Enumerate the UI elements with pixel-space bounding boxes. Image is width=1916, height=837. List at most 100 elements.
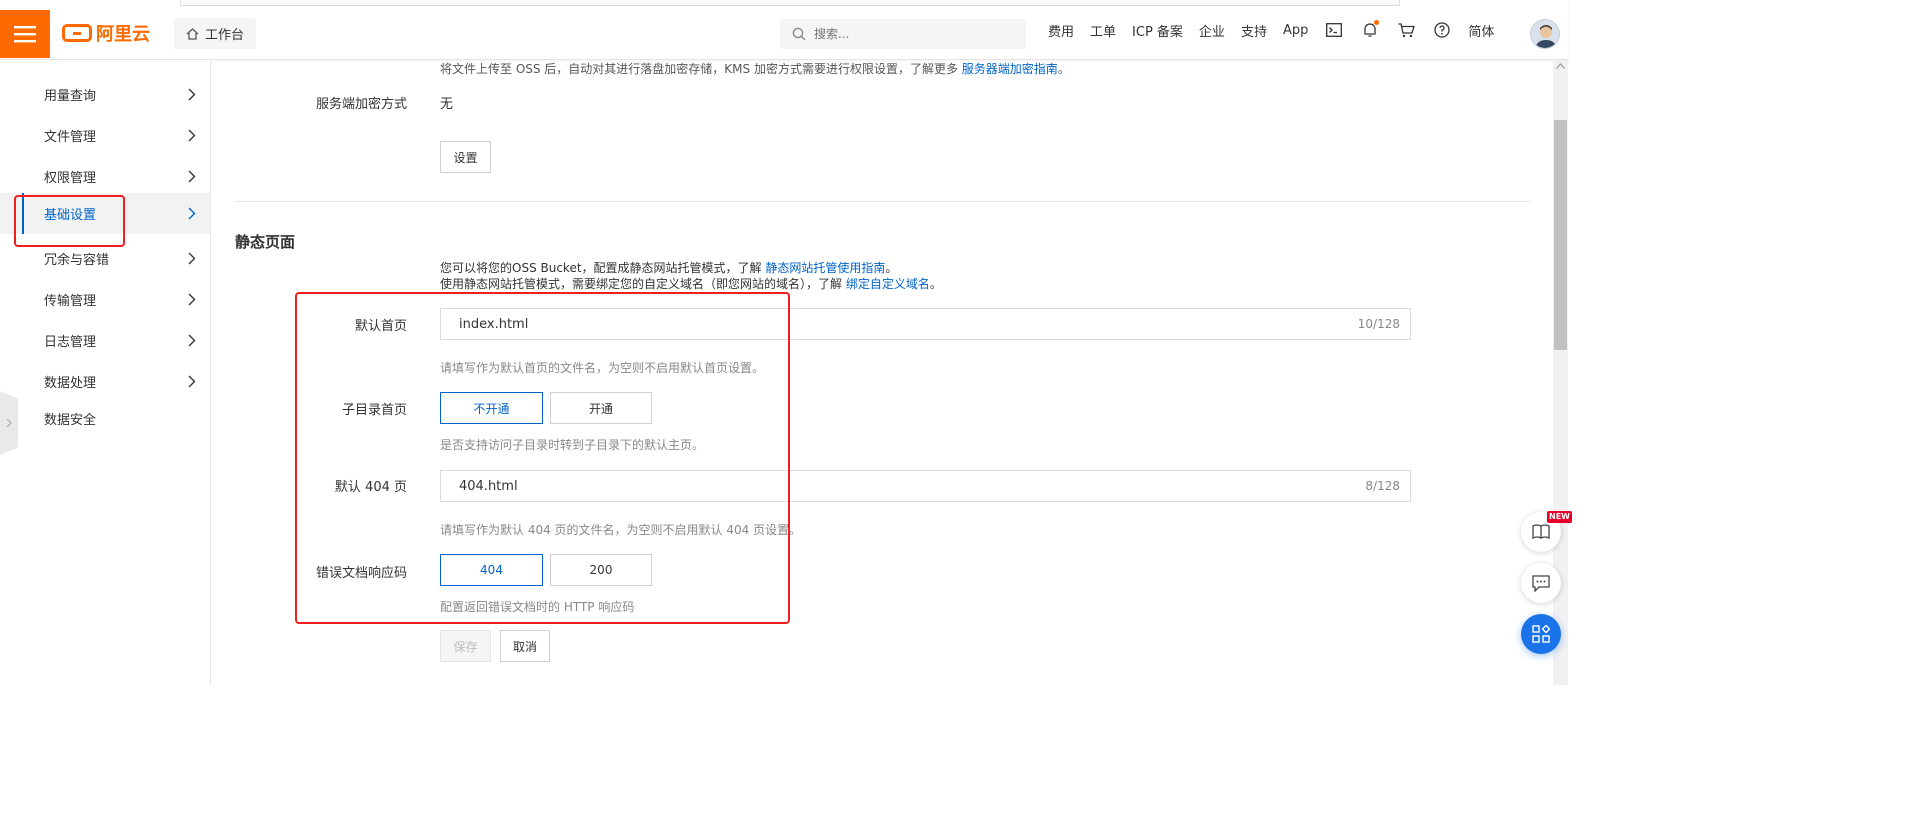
sidebar-item-label: 日志管理 [44, 335, 97, 350]
chevron-right-icon [188, 207, 196, 220]
static-hosting-guide-link[interactable]: 静态网站托管使用指南 [765, 261, 885, 275]
cart-icon [1398, 22, 1415, 37]
default-index-label: 默认首页 [354, 319, 407, 334]
user-avatar[interactable] [1530, 19, 1560, 49]
logo-text: 阿里云 [96, 24, 150, 45]
default-index-hint: 请填写作为默认首页的文件名，为空则不启用默认首页设置。 [440, 361, 765, 375]
subdir-index-hint: 是否支持访问子目录时转到子目录下的默认主页。 [440, 438, 705, 452]
encryption-label: 服务端加密方式 [315, 97, 407, 112]
search-input[interactable] [814, 27, 1004, 41]
save-button[interactable]: 保存 [440, 630, 491, 662]
sidebar-item-label: 数据安全 [44, 413, 97, 428]
workbench-button[interactable]: 工作台 [174, 18, 256, 49]
nav-link-fees[interactable]: 费用 [1040, 21, 1082, 40]
encryption-guide-link[interactable]: 服务器端加密指南 [962, 62, 1058, 76]
chevron-right-icon [188, 252, 196, 265]
default-404-label: 默认 404 页 [334, 480, 407, 495]
error-code-hint: 配置返回错误文档时的 HTTP 响应码 [440, 600, 635, 614]
sidebar-item-label: 文件管理 [44, 130, 97, 145]
sidebar-item-transfer[interactable]: 传输管理 [0, 279, 210, 320]
default-404-counter: 8/128 [1365, 479, 1400, 493]
sidebar-item-label: 数据处理 [44, 376, 97, 391]
workbench-label: 工作台 [204, 28, 244, 43]
static-page-intro-line1: 您可以将您的OSS Bucket，配置成静态网站托管模式，了解 静态网站托管使用… [440, 259, 897, 276]
intro-line2-end: 。 [929, 277, 942, 291]
chevron-right-icon [188, 88, 196, 101]
nav-link-tickets[interactable]: 工单 [1082, 21, 1124, 40]
sidebar-item-files[interactable]: 文件管理 [0, 115, 210, 156]
chevron-right-icon [188, 334, 196, 347]
sidebar-item-label: 用量查询 [44, 89, 97, 104]
main-content: 将文件上传至 OSS 后，自动对其进行落盘加密存储，KMS 加密方式需要进行权限… [211, 60, 1553, 685]
default-404-field[interactable]: 8/128 [440, 470, 1411, 502]
subdir-index-enable-option[interactable]: 开通 [550, 392, 652, 424]
encryption-desc-text: 将文件上传至 OSS 后，自动对其进行落盘加密存储，KMS 加密方式需要进行权限… [440, 62, 958, 76]
default-index-counter: 10/128 [1357, 317, 1400, 331]
chevron-right-icon [188, 129, 196, 142]
cart-button[interactable] [1388, 0, 1424, 60]
sidebar-item-basic-settings[interactable]: 基础设置 [0, 193, 210, 234]
top-navbar: 阿里云 工作台 费用 工单 ICP 备案 企业 支持 App [0, 0, 1568, 60]
section-divider [235, 201, 1530, 202]
intro-line1-end: 。 [885, 261, 898, 275]
static-page-title: 静态页面 [235, 233, 296, 251]
sidebar-item-redundancy[interactable]: 冗余与容错 [0, 238, 210, 279]
sidebar-item-permissions[interactable]: 权限管理 [0, 156, 210, 197]
sidebar: 用量查询 文件管理 权限管理 基础设置 冗余与容错 传输管理 日志管理 数据处理… [0, 60, 211, 685]
apps-icon [1532, 625, 1550, 643]
scrollbar-thumb[interactable] [1554, 120, 1567, 350]
sidebar-item-label: 基础设置 [44, 208, 97, 223]
terminal-icon [1326, 23, 1343, 37]
avatar-icon [1535, 25, 1557, 48]
chevron-right-icon [188, 293, 196, 306]
encryption-settings-button[interactable]: 设置 [440, 141, 491, 173]
new-badge: NEW [1547, 511, 1572, 523]
sidebar-item-logs[interactable]: 日志管理 [0, 320, 210, 361]
search-icon [792, 27, 806, 41]
terminal-button[interactable] [1316, 0, 1352, 60]
sidebar-item-usage[interactable]: 用量查询 [0, 74, 210, 115]
default-index-input[interactable] [459, 316, 1358, 332]
chevron-right-icon [6, 418, 12, 428]
sidebar-item-label: 冗余与容错 [44, 253, 110, 268]
sidebar-collapse-handle[interactable] [0, 391, 18, 455]
nav-link-icp[interactable]: ICP 备案 [1124, 21, 1191, 40]
search-box[interactable] [780, 19, 1026, 49]
subdir-index-label: 子目录首页 [341, 403, 407, 418]
default-404-input[interactable] [459, 478, 1366, 494]
scroll-up-arrow-icon[interactable] [1556, 63, 1565, 69]
home-icon [186, 27, 199, 40]
subdir-index-disable-option[interactable]: 不开通 [440, 392, 543, 424]
error-code-200-option[interactable]: 200 [550, 554, 652, 586]
nav-link-enterprise[interactable]: 企业 [1191, 21, 1233, 40]
hamburger-icon [14, 26, 36, 43]
sidebar-item-data-processing[interactable]: 数据处理 [0, 361, 210, 402]
sidebar-item-data-security[interactable]: 数据安全 [0, 398, 210, 439]
default-404-hint: 请填写作为默认 404 页的文件名，为空则不启用默认 404 页设置。 [440, 523, 802, 537]
intro-line2-text: 使用静态网站托管模式，需要绑定您的自定义域名（即您网站的域名），了解 [440, 277, 843, 291]
aliyun-logo-mark-icon [62, 24, 92, 42]
error-code-404-option[interactable]: 404 [440, 554, 543, 586]
nav-link-app[interactable]: App [1275, 23, 1316, 38]
default-index-field[interactable]: 10/128 [440, 308, 1411, 340]
sidebar-item-label: 权限管理 [44, 171, 97, 186]
language-switch[interactable]: 简体 [1460, 21, 1502, 40]
static-page-intro-line2: 使用静态网站托管模式，需要绑定您的自定义域名（即您网站的域名），了解 绑定自定义… [440, 275, 942, 292]
notification-button[interactable] [1352, 0, 1388, 60]
intro-line1-text: 您可以将您的OSS Bucket，配置成静态网站托管模式，了解 [440, 261, 762, 275]
hamburger-menu-button[interactable] [0, 10, 50, 58]
chevron-right-icon [188, 170, 196, 183]
encryption-value: 无 [440, 97, 454, 112]
sidebar-item-label: 传输管理 [44, 294, 97, 309]
notification-dot [1374, 20, 1380, 25]
bind-domain-link[interactable]: 绑定自定义域名 [846, 277, 930, 291]
question-icon [1434, 22, 1451, 38]
cancel-button[interactable]: 取消 [500, 630, 550, 662]
chat-icon [1532, 574, 1550, 592]
header-nav: 费用 工单 ICP 备案 企业 支持 App 简体 [1040, 0, 1502, 60]
help-button[interactable] [1424, 0, 1460, 60]
chat-float-button[interactable] [1521, 563, 1561, 603]
aliyun-logo[interactable]: 阿里云 [62, 21, 150, 45]
apps-float-button[interactable] [1521, 614, 1561, 654]
nav-link-support[interactable]: 支持 [1233, 21, 1275, 40]
